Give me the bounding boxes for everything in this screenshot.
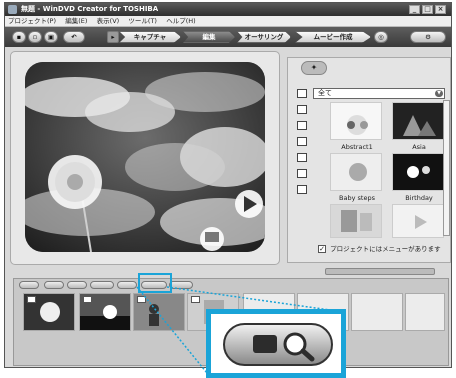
zoom-search-icon (253, 332, 315, 362)
zoom-callout (206, 309, 346, 378)
zoom-timeline-button[interactable] (223, 323, 333, 366)
